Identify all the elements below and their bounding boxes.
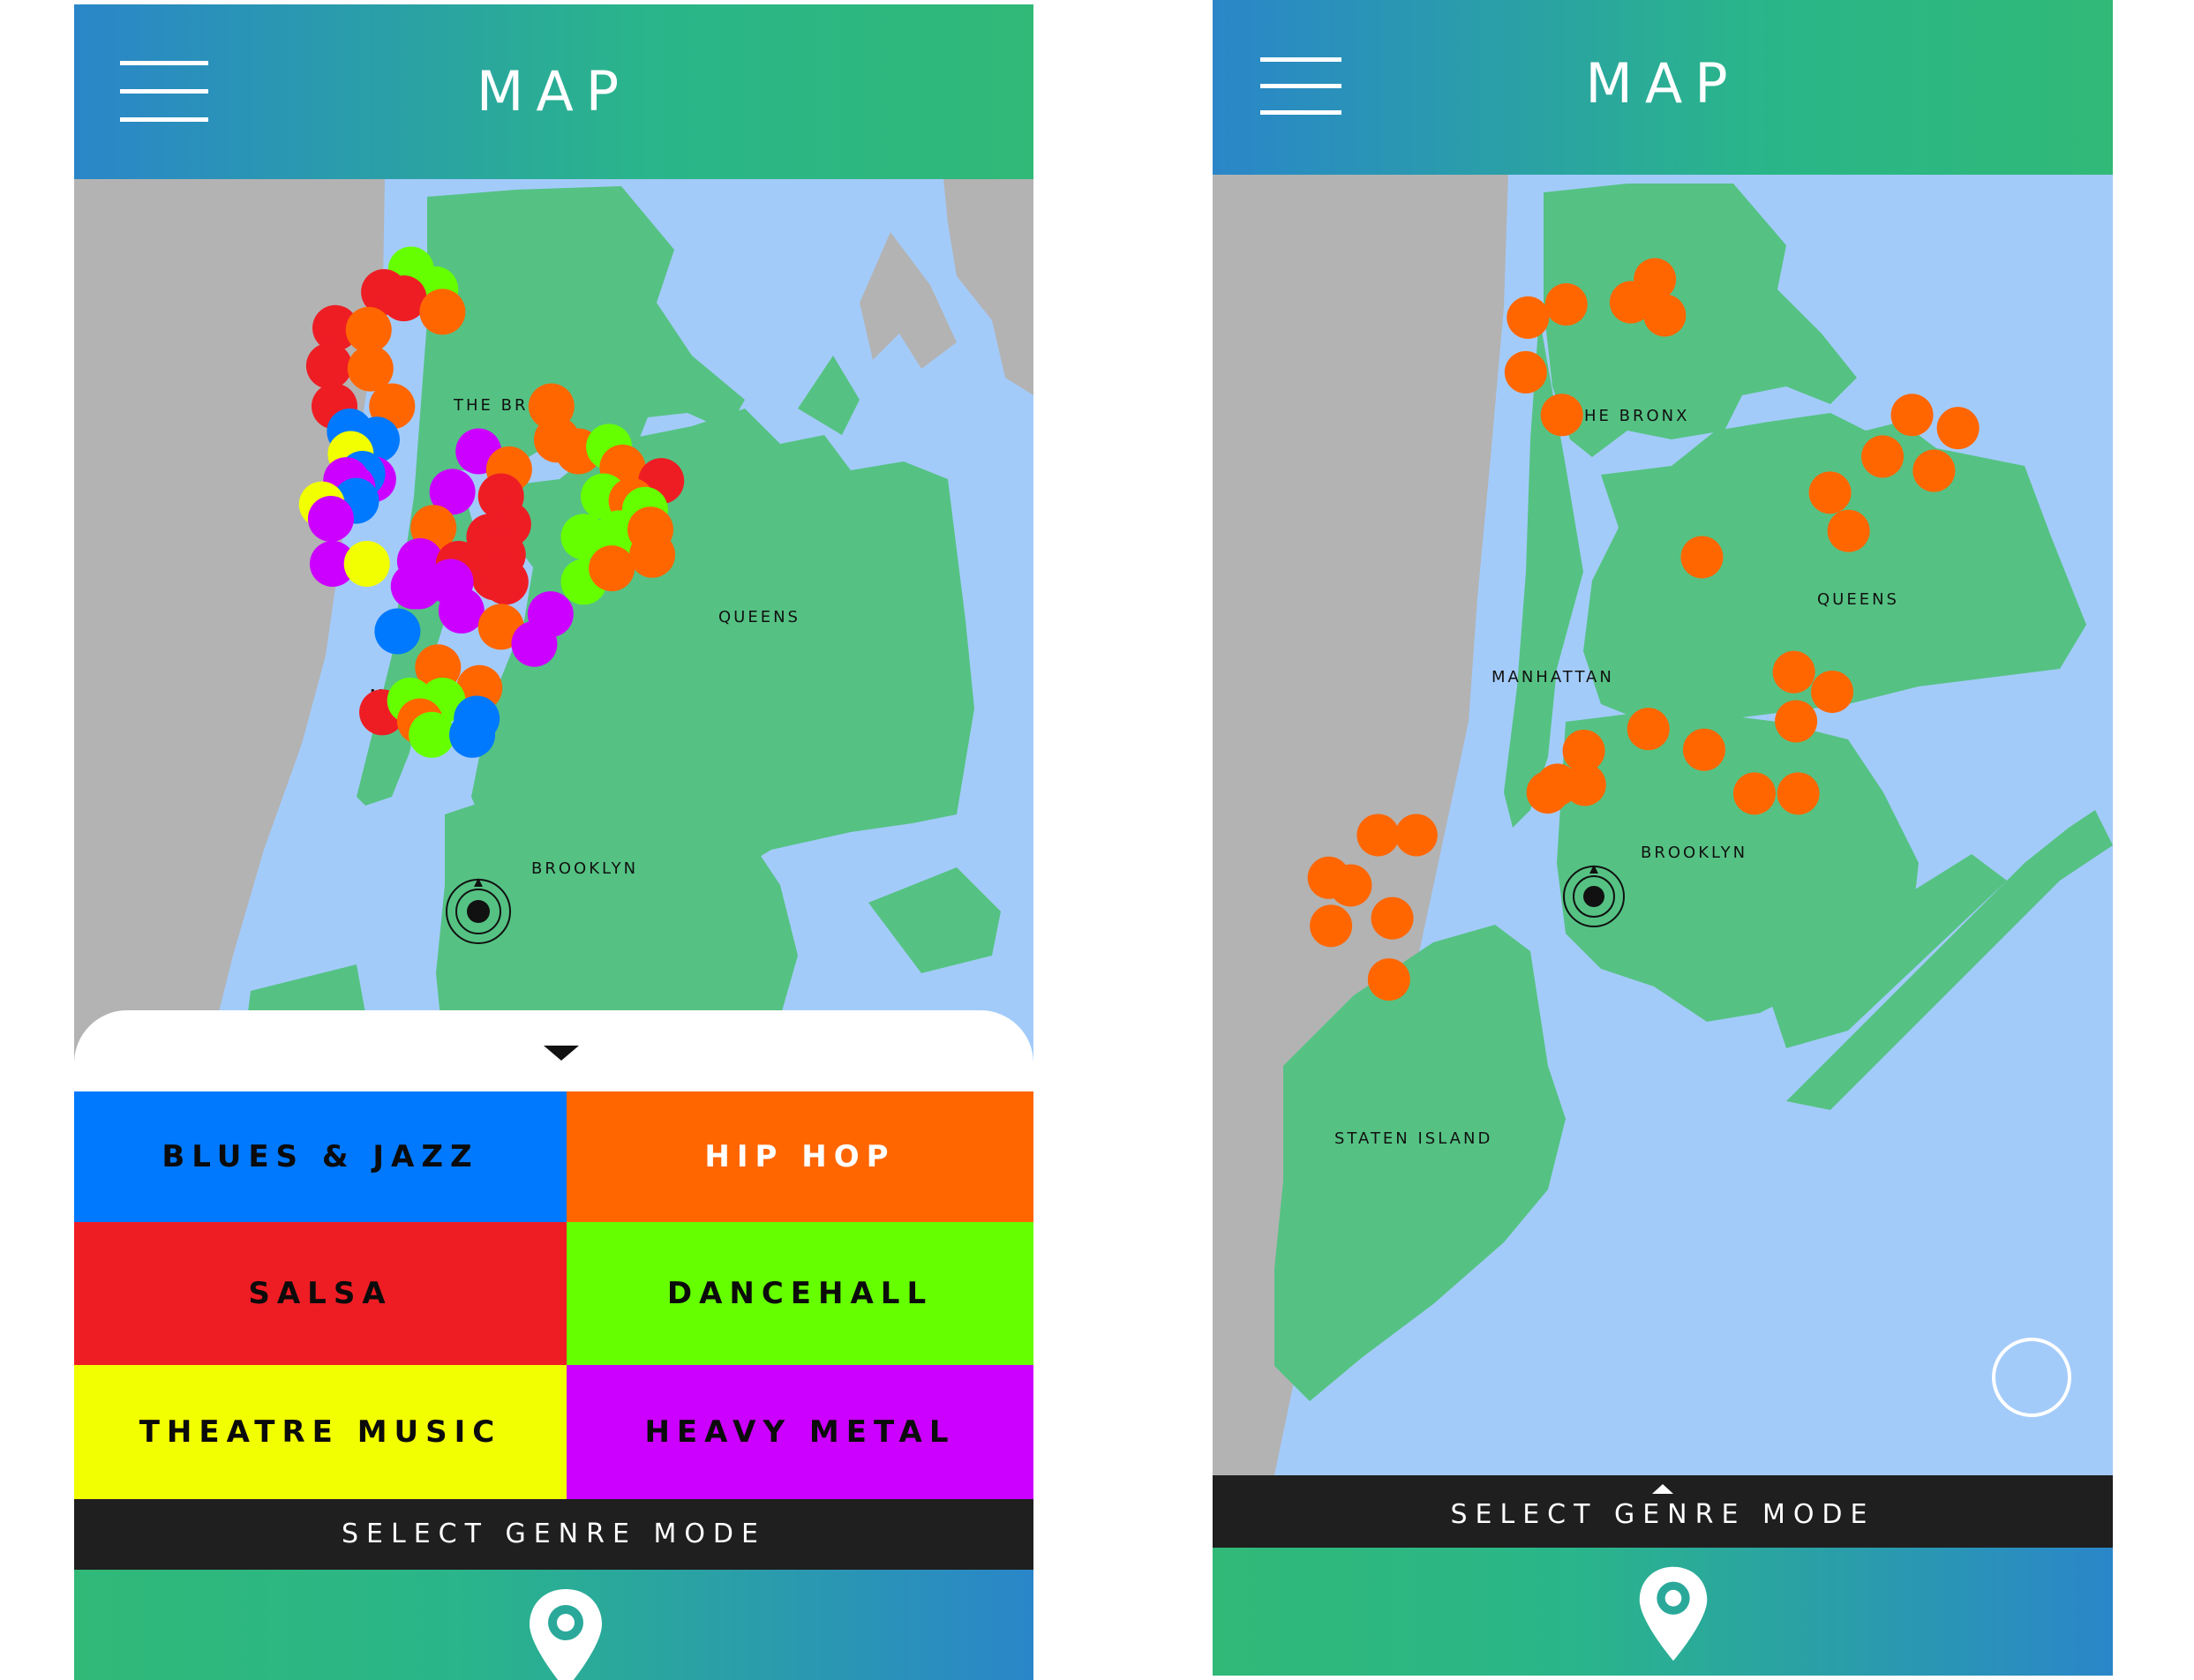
app-header: MAP bbox=[74, 4, 1033, 179]
bottom-nav bbox=[1213, 1548, 2113, 1676]
location-pin-icon[interactable] bbox=[1636, 1564, 1710, 1664]
brooklyn-label: BROOKLYN bbox=[531, 859, 638, 878]
venue-marker[interactable] bbox=[343, 541, 390, 587]
venue-marker[interactable] bbox=[1504, 350, 1547, 394]
venue-marker[interactable] bbox=[589, 545, 635, 592]
venue-marker[interactable] bbox=[1827, 509, 1870, 552]
brooklyn-label: BROOKLYN bbox=[1641, 844, 1747, 862]
genre-selector-panel: BLUES & JAZZ HIP HOP SALSA DANCEHALL THE… bbox=[74, 1010, 1033, 1499]
venue-marker[interactable] bbox=[1540, 394, 1583, 437]
venue-marker[interactable] bbox=[1544, 283, 1588, 326]
venue-marker[interactable] bbox=[438, 588, 485, 634]
venue-marker[interactable] bbox=[1563, 763, 1606, 806]
chevron-up-icon[interactable] bbox=[1652, 1484, 1673, 1494]
left-phone-screen: MAP THE BRONX QUEENS MANHATTAN BROOKLYN bbox=[74, 4, 1033, 1680]
genre-label: DANCEHALL bbox=[666, 1276, 934, 1311]
genre-salsa-button[interactable]: SALSA bbox=[74, 1222, 567, 1365]
app-header: MAP bbox=[1213, 0, 2113, 175]
select-genre-mode-bar[interactable]: SELECT GENRE MODE bbox=[74, 1499, 1033, 1570]
right-phone-screen: MAP THE BRONX QUEENS MANHATTAN BROOKLYN … bbox=[1213, 0, 2113, 1676]
venue-marker[interactable] bbox=[1627, 708, 1670, 751]
venue-marker[interactable] bbox=[1772, 650, 1815, 694]
page-title: MAP bbox=[476, 59, 632, 124]
genre-label: HIP HOP bbox=[704, 1139, 896, 1174]
venue-marker[interactable] bbox=[1526, 771, 1569, 814]
staten-island-label: STATEN ISLAND bbox=[1334, 1129, 1492, 1148]
venue-marker[interactable] bbox=[305, 342, 352, 389]
bottom-nav bbox=[74, 1570, 1033, 1680]
genre-label: HEAVY METAL bbox=[644, 1414, 956, 1450]
location-pin-icon[interactable] bbox=[526, 1587, 605, 1680]
venue-marker[interactable] bbox=[629, 531, 676, 578]
venue-marker[interactable] bbox=[1890, 394, 1934, 437]
venue-marker[interactable] bbox=[511, 620, 558, 667]
bronx-label: THE BRONX bbox=[1571, 407, 1689, 425]
venue-marker[interactable] bbox=[1371, 896, 1414, 940]
venue-marker[interactable] bbox=[1861, 435, 1905, 478]
venue-marker[interactable] bbox=[1808, 471, 1852, 514]
genre-label: SALSA bbox=[248, 1276, 393, 1311]
queens-label: QUEENS bbox=[718, 608, 800, 626]
venue-marker[interactable] bbox=[1367, 958, 1410, 1001]
venue-marker[interactable] bbox=[390, 563, 437, 610]
genre-dancehall-button[interactable]: DANCEHALL bbox=[567, 1222, 1033, 1365]
venue-marker[interactable] bbox=[1912, 449, 1956, 492]
chevron-down-icon[interactable] bbox=[544, 1046, 579, 1061]
venue-marker[interactable] bbox=[419, 289, 466, 335]
venue-marker[interactable] bbox=[374, 608, 421, 655]
venue-marker[interactable] bbox=[1811, 671, 1854, 713]
venue-marker[interactable] bbox=[528, 383, 575, 430]
genre-theatre-music-button[interactable]: THEATRE MUSIC bbox=[74, 1365, 567, 1499]
venue-marker[interactable] bbox=[1777, 772, 1820, 815]
venue-marker[interactable] bbox=[1643, 294, 1687, 337]
venue-marker[interactable] bbox=[1394, 814, 1438, 857]
genre-blues-jazz-button[interactable]: BLUES & JAZZ bbox=[74, 1091, 567, 1222]
venue-marker[interactable] bbox=[1682, 728, 1725, 771]
page-title: MAP bbox=[1585, 51, 1740, 116]
venue-marker[interactable] bbox=[1310, 904, 1353, 948]
borough-map[interactable]: THE BRONX QUEENS MANHATTAN BROOKLYN STAT… bbox=[1213, 175, 2113, 1475]
select-genre-mode-label: SELECT GENRE MODE bbox=[1450, 1499, 1875, 1530]
manhattan-label: MANHATTAN bbox=[1491, 668, 1614, 686]
venue-marker[interactable] bbox=[1356, 814, 1400, 857]
genre-label: THEATRE MUSIC bbox=[139, 1414, 502, 1450]
venue-marker[interactable] bbox=[307, 496, 354, 542]
select-genre-mode-label: SELECT GENRE MODE bbox=[341, 1519, 766, 1549]
venue-marker[interactable] bbox=[1733, 772, 1776, 815]
genre-label: BLUES & JAZZ bbox=[162, 1139, 479, 1174]
panel-handle[interactable] bbox=[74, 1010, 1033, 1091]
venue-marker[interactable] bbox=[1680, 536, 1724, 579]
venue-marker[interactable] bbox=[482, 559, 529, 605]
venue-marker[interactable] bbox=[409, 711, 455, 758]
venue-marker[interactable] bbox=[1775, 700, 1818, 743]
genre-heavy-metal-button[interactable]: HEAVY METAL bbox=[567, 1365, 1033, 1499]
venue-marker[interactable] bbox=[1936, 407, 1980, 450]
queens-label: QUEENS bbox=[1817, 590, 1899, 609]
genre-hip-hop-button[interactable]: HIP HOP bbox=[567, 1091, 1033, 1222]
venue-marker[interactable] bbox=[449, 711, 496, 758]
borough-map[interactable]: THE BRONX QUEENS MANHATTAN BROOKLYN bbox=[74, 179, 1033, 1061]
select-genre-mode-bar[interactable]: SELECT GENRE MODE bbox=[1213, 1475, 2113, 1548]
venue-marker[interactable] bbox=[1506, 296, 1550, 339]
venue-marker[interactable] bbox=[1329, 864, 1372, 907]
